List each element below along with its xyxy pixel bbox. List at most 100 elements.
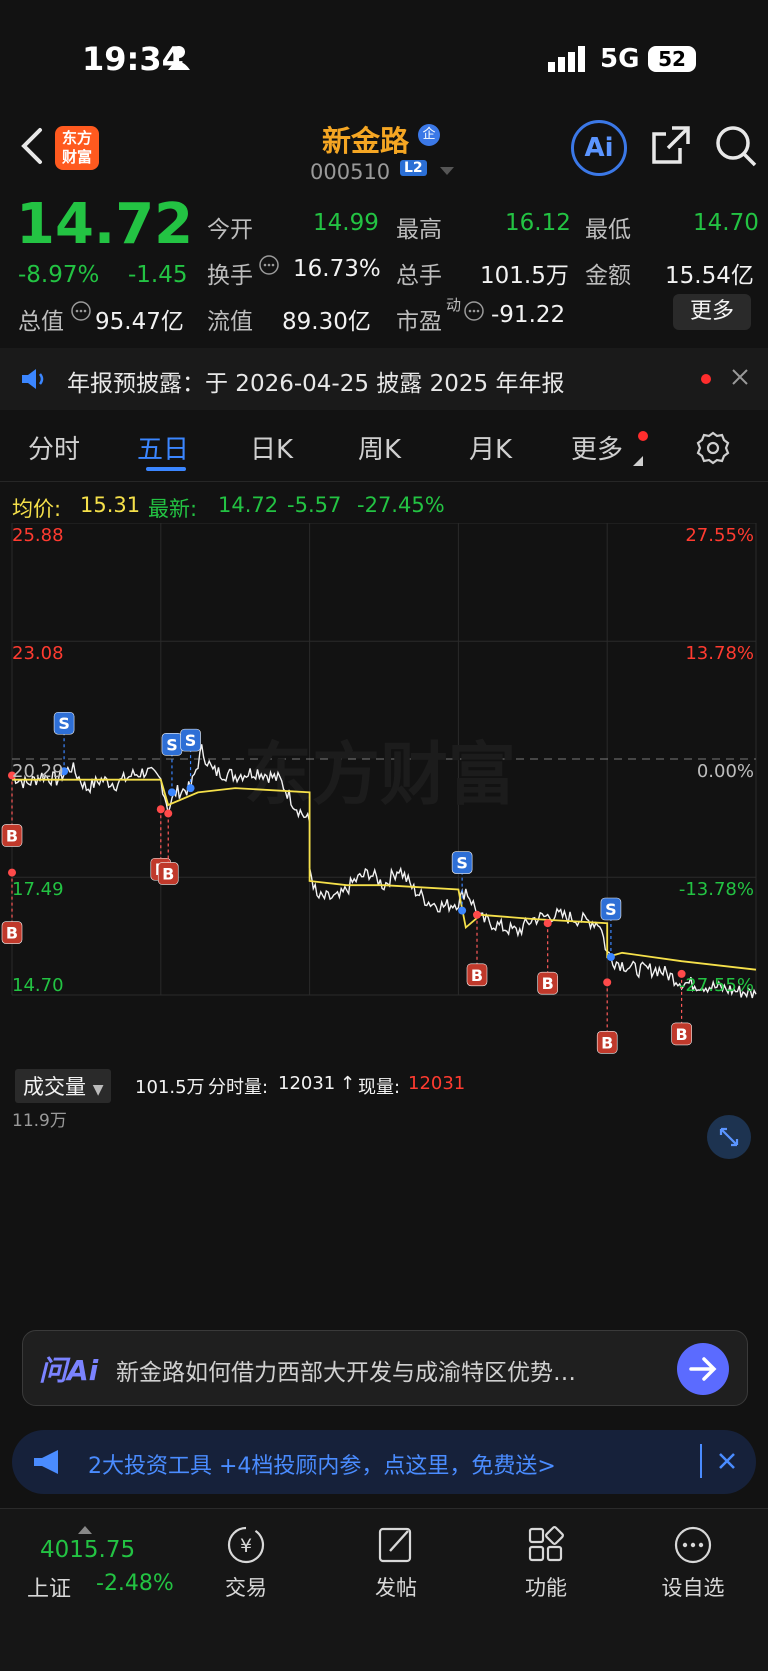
y-tick-left: 23.08 [12, 643, 64, 664]
index-name: 上证 [27, 1577, 72, 1602]
settings-icon[interactable] [696, 431, 730, 469]
notice-bar[interactable]: 年报预披露：于 2026-04-25 披露 2025 年年报 [0, 348, 768, 410]
buy-badge-label: B [6, 924, 18, 943]
amount-label: 金额 [585, 263, 631, 289]
buy-badge-label: B [162, 864, 174, 883]
divider [700, 1444, 702, 1478]
y-tick-left: 25.88 [12, 525, 64, 546]
grid-icon [528, 1526, 564, 1562]
avg-value: 15.31 [80, 493, 141, 517]
volume-total: 101.5万 [135, 1077, 205, 1098]
amount-value: 15.54亿 [665, 263, 754, 289]
y-tick-left: 17.49 [12, 879, 64, 900]
tab-daily-k[interactable]: 日K [250, 429, 293, 466]
buy-point [603, 978, 612, 987]
volume-value: 101.5万 [480, 263, 569, 289]
network-label: 5G [600, 44, 640, 74]
stock-code: 000510 [310, 160, 391, 184]
app-logo: 东方 财富 [55, 126, 99, 170]
nav-post[interactable]: 发帖 [336, 1509, 456, 1602]
buy-point [8, 868, 16, 877]
volume-selector-label: 成交量 [23, 1075, 86, 1099]
tab-monthly-k[interactable]: 月K [469, 429, 512, 466]
sell-point [167, 788, 176, 797]
info-icon[interactable] [70, 300, 92, 326]
five-day-chart[interactable]: 东方财富 SBBSSBBSBBSBB 25.8823.0820.2917.491… [0, 523, 768, 1065]
more-dots-icon [674, 1526, 712, 1564]
level2-badge[interactable]: L2 [400, 160, 427, 176]
turnover-value: 16.73% [293, 256, 381, 282]
more-button[interactable]: 更多 [673, 294, 751, 330]
svg-text:¥: ¥ [240, 1535, 252, 1557]
buy-badge-label: B [6, 826, 18, 845]
index-value[interactable]: 4015.75 [40, 1537, 135, 1563]
search-icon[interactable] [714, 124, 758, 172]
chart-tabs: 分时 五日 日K 周K 月K 更多 [0, 415, 768, 482]
battery-icon: 52 [648, 46, 696, 72]
buy-badge-label: B [542, 974, 554, 993]
nav-trade[interactable]: ¥ 交易 [186, 1509, 306, 1602]
y-tick-right: 13.78% [685, 643, 754, 664]
ask-ai-send-button[interactable] [677, 1343, 729, 1395]
signal-icon [548, 46, 588, 76]
y-tick-left: 20.29 [12, 761, 64, 782]
y-tick-right: -13.78% [679, 879, 754, 900]
tick-volume-label: 分时量: [208, 1077, 269, 1098]
sell-point [458, 906, 467, 915]
nav-watchlist[interactable]: 设自选 [633, 1509, 753, 1602]
index-change: -2.48% [96, 1571, 174, 1596]
info-icon[interactable] [463, 300, 485, 326]
share-icon[interactable] [650, 124, 692, 170]
ai-button[interactable]: Ai [571, 120, 627, 176]
high-value: 16.12 [505, 210, 571, 236]
notice-text: 年报预披露：于 2026-04-25 披露 2025 年年报 [67, 371, 565, 397]
unread-dot [701, 374, 711, 384]
enterprise-badge: 企 [418, 124, 440, 146]
latest-change: -5.57 [287, 493, 342, 517]
latest-label: 最新: [148, 497, 198, 521]
close-icon[interactable] [731, 368, 749, 390]
back-icon[interactable] [16, 124, 46, 172]
promo-banner[interactable]: 2大投资工具 +4档投顾内参，点这里，免费送> [12, 1430, 756, 1494]
volume-selector[interactable]: 成交量 ▼ [15, 1069, 112, 1103]
nav-functions-label: 功能 [525, 1576, 567, 1600]
y-tick-right: 27.55% [685, 525, 754, 546]
caret-down-icon[interactable] [440, 162, 454, 181]
nav-functions[interactable]: 功能 [486, 1509, 606, 1602]
open-value: 14.99 [313, 210, 379, 236]
latest-change-pct: -27.45% [357, 493, 445, 517]
tab-intraday[interactable]: 分时 [28, 429, 80, 466]
buy-point [164, 809, 173, 818]
tab-five-day[interactable]: 五日 [137, 429, 189, 466]
now-volume-value: 12031 [408, 1073, 466, 1094]
high-label: 最高 [396, 217, 442, 243]
buy-point [473, 910, 481, 919]
mktcap-value: 95.47亿 [95, 309, 184, 335]
sell-badge-label: S [166, 735, 178, 754]
tab-more-dot [638, 431, 648, 441]
tab-more[interactable]: 更多 [571, 429, 623, 466]
nav-watchlist-label: 设自选 [661, 1576, 725, 1600]
tick-volume-value: 12031 [278, 1073, 336, 1094]
promo-text: 2大投资工具 +4档投顾内参，点这里，免费送> [88, 1454, 556, 1479]
bottom-nav: 4015.75 上证 -2.48% ¥ 交易 发帖 功能 设自选 [0, 1508, 768, 1671]
info-icon[interactable] [258, 254, 280, 280]
turnover-label: 换手 [207, 263, 253, 289]
tab-weekly-k[interactable]: 周K [358, 429, 401, 466]
buy-badge-label: B [601, 1033, 613, 1052]
sell-badge-label: S [58, 714, 70, 733]
person-icon [166, 44, 192, 76]
tick-arrow: ↑ [340, 1073, 356, 1094]
megaphone-icon [32, 1448, 66, 1480]
buy-point [156, 805, 165, 814]
y-tick-left: 14.70 [12, 975, 64, 996]
now-volume-label: 现量: [358, 1077, 401, 1098]
stock-header: 东方 财富 新金路 企 000510 L2 Ai [0, 110, 768, 192]
float-label: 流值 [207, 309, 253, 335]
trade-icon: ¥ [227, 1526, 265, 1564]
close-icon[interactable] [718, 1452, 736, 1474]
y-tick-right: 0.00% [697, 761, 754, 782]
ask-ai-bar[interactable]: 问Ai 新金路如何借力西部大开发与成渝特区优势… [22, 1330, 748, 1406]
edit-icon [378, 1527, 412, 1563]
expand-button[interactable] [707, 1115, 751, 1159]
